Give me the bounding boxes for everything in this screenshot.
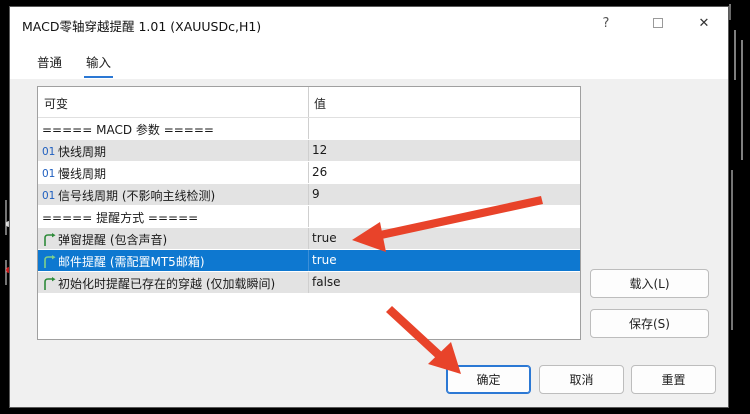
row-value[interactable]: true <box>312 231 337 245</box>
row-name: 信号线周期 (不影响主线检测) <box>58 189 216 203</box>
table-row[interactable]: 初始化时提醒已存在的穿越 (仅加载瞬间) false <box>38 272 580 294</box>
tab-bar: 普通 输入 <box>10 39 728 79</box>
help-button[interactable]: ? <box>584 7 628 39</box>
row-name: ===== MACD 参数 ===== <box>42 123 214 137</box>
row-value[interactable]: true <box>312 253 337 267</box>
table-row[interactable]: 01 信号线周期 (不影响主线检测) 9 <box>38 184 580 206</box>
save-button[interactable]: 保存(S) <box>590 309 709 338</box>
title-bar: MACD零轴穿越提醒 1.01 (XAUUSDc,H1) ? ✕ <box>10 7 728 39</box>
help-icon: ? <box>602 15 610 31</box>
number-icon: 01 <box>42 189 56 202</box>
table-row-selected[interactable]: 邮件提醒 (需配置MT5邮箱) true <box>38 250 580 272</box>
table-row[interactable]: ===== 提醒方式 ===== <box>38 206 580 228</box>
row-value[interactable]: 12 <box>312 143 327 157</box>
tab-inputs[interactable]: 输入 <box>83 52 114 78</box>
table-row[interactable]: ===== MACD 参数 ===== <box>38 118 580 140</box>
row-name: 邮件提醒 (需配置MT5邮箱) <box>58 255 205 269</box>
reset-button[interactable]: 重置 <box>631 365 716 394</box>
row-name: 快线周期 <box>58 145 107 159</box>
maximize-button[interactable] <box>636 7 680 39</box>
row-value[interactable]: 26 <box>312 165 327 179</box>
row-name: 慢线周期 <box>58 167 107 181</box>
row-value[interactable]: false <box>312 275 341 289</box>
table-row[interactable]: 弹窗提醒 (包含声音) true <box>38 228 580 250</box>
bool-arrow-icon <box>44 276 56 290</box>
inputs-dialog: MACD零轴穿越提醒 1.01 (XAUUSDc,H1) ? ✕ 普通 输入 可… <box>9 6 729 408</box>
bool-arrow-icon <box>44 232 56 246</box>
maximize-icon <box>653 18 663 28</box>
number-icon: 01 <box>42 145 56 158</box>
table-row[interactable]: 01 快线周期 12 <box>38 140 580 162</box>
column-header-variable[interactable]: 可变 <box>44 95 68 112</box>
tab-common[interactable]: 普通 <box>37 52 62 71</box>
row-name: 初始化时提醒已存在的穿越 (仅加载瞬间) <box>58 277 276 291</box>
row-value[interactable]: 9 <box>312 187 320 201</box>
inputs-grid: 可变 值 ===== MACD 参数 ===== 01 快线周期 12 01 慢线周… <box>37 86 581 340</box>
load-button[interactable]: 载入(L) <box>590 269 709 298</box>
table-row[interactable]: 01 慢线周期 26 <box>38 162 580 184</box>
close-button[interactable]: ✕ <box>682 7 726 39</box>
ok-button[interactable]: 确定 <box>446 365 531 394</box>
window-title: MACD零轴穿越提醒 1.01 (XAUUSDc,H1) <box>22 19 262 34</box>
close-icon: ✕ <box>698 15 710 31</box>
bool-arrow-icon <box>44 254 56 268</box>
column-header-value[interactable]: 值 <box>314 95 326 112</box>
row-name: 弹窗提醒 (包含声音) <box>58 233 168 247</box>
number-icon: 01 <box>42 167 56 180</box>
column-divider[interactable] <box>308 87 309 117</box>
cancel-button[interactable]: 取消 <box>539 365 624 394</box>
row-name: ===== 提醒方式 ===== <box>42 211 199 225</box>
grid-header: 可变 值 <box>38 87 580 118</box>
